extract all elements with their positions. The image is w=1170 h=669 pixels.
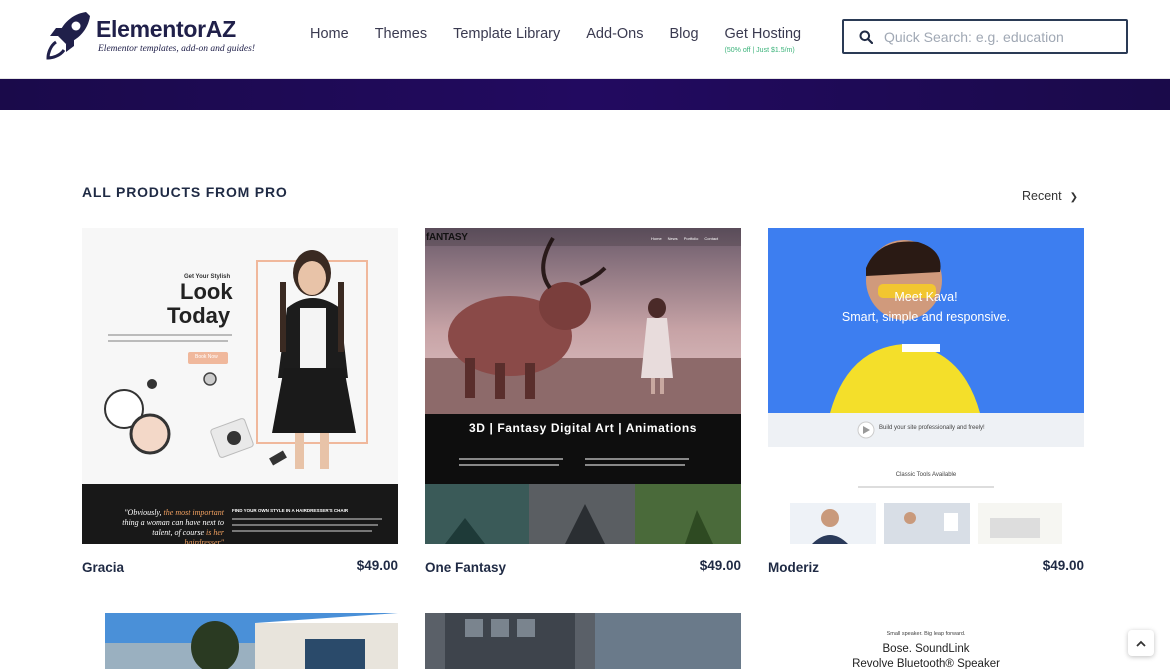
product-thumbnail[interactable]: fANTASY Home News Portfolio Contact 3D |… [425, 228, 741, 544]
fantasy-banner: 3D | Fantasy Digital Art | Animations [468, 421, 698, 435]
fantasy-menu-item: Contact [704, 236, 719, 241]
bose-line-2: Revolve Bluetooth® Speaker [852, 658, 1000, 669]
moderiz-hero-line-1: Meet Kava! [894, 290, 958, 304]
logo-tagline: Elementor templates, add-on and guides! [98, 44, 255, 54]
nav-blog[interactable]: Blog [670, 26, 699, 42]
site-header: ElementorAZ Elementor templates, add-on … [0, 0, 1170, 79]
nav-get-hosting[interactable]: Get Hosting (50% off | Just $1.5/m) [724, 26, 802, 54]
scroll-to-top-button[interactable] [1128, 630, 1154, 656]
fantasy-brand: fANTASY [426, 232, 468, 243]
logo[interactable]: ElementorAZ Elementor templates, add-on … [38, 4, 255, 70]
fantasy-preview-image [425, 228, 741, 544]
bose-line-1: Bose. SoundLink [882, 643, 970, 655]
product-thumbnail[interactable]: Meet Kava! Smart, simple and responsive.… [768, 228, 1084, 544]
sort-label: Recent [1022, 189, 1062, 203]
search-icon[interactable] [859, 30, 873, 44]
nav-get-hosting-label: Get Hosting [724, 26, 802, 42]
gracia-headline-2: Today [167, 303, 231, 328]
chevron-down-icon: ❯ [1069, 192, 1078, 203]
quote-highlight-1: the most important [163, 508, 224, 517]
rocket-logo-icon [46, 12, 90, 60]
nav-themes[interactable]: Themes [375, 26, 427, 42]
product-price: $49.00 [356, 558, 398, 573]
section-title: ALL PRODUCTS FROM PRO [82, 184, 288, 200]
building-preview-image [425, 613, 741, 669]
fantasy-menu-item: Home [651, 236, 662, 241]
house-preview-image [105, 613, 398, 669]
moderiz-strip-text: Build your site professionally and freel… [879, 425, 985, 431]
search-box [842, 19, 1128, 54]
moderiz-preview-image [768, 228, 1084, 544]
product-name[interactable]: One Fantasy [425, 560, 506, 575]
logo-title: ElementorAZ [96, 16, 236, 42]
gracia-preview-image [82, 228, 398, 544]
gracia-find-title: FIND YOUR OWN STYLE IN A HAIRDRESSER'S C… [232, 508, 349, 513]
moderiz-tools-title: Classic Tools Available [895, 472, 957, 478]
nav-home[interactable]: Home [310, 26, 349, 42]
product-name[interactable]: Gracia [82, 560, 124, 575]
product-thumbnail-row2-1[interactable] [105, 613, 398, 669]
fantasy-menu-item: News [667, 236, 678, 241]
fantasy-menu: Home News Portfolio Contact [651, 236, 718, 241]
product-price: $49.00 [699, 558, 741, 573]
fantasy-menu-item: Portfolio [683, 236, 699, 241]
nav-template-library[interactable]: Template Library [453, 26, 560, 42]
hero-band [0, 79, 1170, 110]
sort-dropdown[interactable]: Recent ❯ [1022, 189, 1078, 203]
bose-kicker: Small speaker. Big leap forward. [886, 631, 966, 637]
product-thumbnail-row2-3[interactable]: Small speaker. Big leap forward. Bose. S… [768, 613, 1084, 669]
gracia-quote: "Obviously, the most important thing a w… [112, 508, 224, 544]
gracia-headline-1: Look [180, 279, 233, 304]
search-input[interactable] [884, 27, 1114, 47]
main-nav: Home Themes Template Library Add-Ons Blo… [297, 26, 814, 54]
product-thumbnail-row2-2[interactable] [425, 613, 741, 669]
moderiz-hero-line-2: Smart, simple and responsive. [841, 310, 1011, 324]
nav-add-ons[interactable]: Add-Ons [586, 26, 643, 42]
quote-part-1: "Obviously, [124, 508, 164, 517]
hosting-offer-note: (50% off | Just $1.5/m) [724, 47, 795, 54]
product-name[interactable]: Moderiz [768, 560, 819, 575]
product-price: $49.00 [1042, 558, 1084, 573]
chevron-up-icon [1136, 640, 1146, 647]
gracia-book-button: Book Now [195, 354, 218, 360]
product-thumbnail[interactable]: Get Your Stylish Look Today Book Now "Ob… [82, 228, 398, 544]
